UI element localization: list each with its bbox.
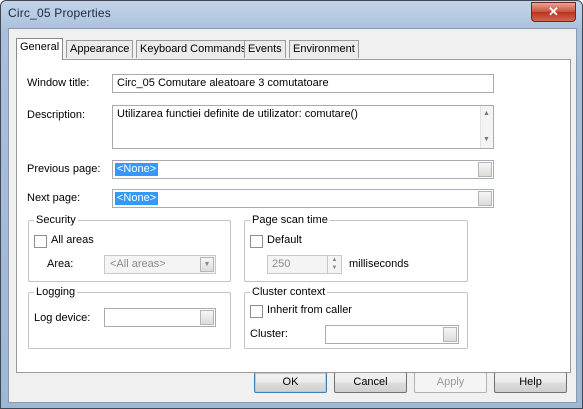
log-device-label: Log device: bbox=[34, 312, 91, 324]
next-page-combo[interactable]: <None> bbox=[112, 189, 494, 208]
scan-time-input[interactable]: 250 ▲ ▼ bbox=[267, 255, 342, 274]
page-scan-time-title: Page scan time bbox=[250, 214, 330, 226]
all-areas-label[interactable]: All areas bbox=[51, 234, 94, 246]
close-icon[interactable]: ✕ bbox=[548, 4, 559, 19]
security-group: Security All areas Area: <All areas> ▼ bbox=[28, 214, 231, 282]
dialog-client-area: General Appearance Keyboard Commands Eve… bbox=[8, 28, 577, 403]
milliseconds-label: milliseconds bbox=[349, 258, 409, 270]
tab-appearance[interactable]: Appearance bbox=[66, 40, 134, 58]
apply-button[interactable]: Apply bbox=[414, 372, 487, 393]
window-title-label: Window title: bbox=[27, 77, 90, 89]
all-areas-checkbox[interactable] bbox=[34, 235, 47, 248]
default-checkbox[interactable] bbox=[250, 235, 263, 248]
default-label[interactable]: Default bbox=[267, 234, 302, 246]
previous-page-value: <None> bbox=[115, 163, 159, 176]
help-button[interactable]: Help bbox=[494, 372, 567, 393]
dropdown-arrow-icon[interactable] bbox=[478, 191, 492, 206]
inherit-from-caller-checkbox[interactable] bbox=[250, 305, 263, 318]
security-group-title: Security bbox=[34, 214, 78, 226]
close-button[interactable]: ✕ bbox=[531, 2, 576, 22]
logging-group: Logging Log device: bbox=[28, 286, 231, 349]
description-textarea[interactable]: Utilizarea functiei definite de utilizat… bbox=[112, 105, 494, 149]
dropdown-arrow-icon[interactable] bbox=[478, 162, 492, 177]
general-tab-panel: Window title: Circ_05 Comutare aleatoare… bbox=[16, 59, 571, 373]
cluster-context-group: Cluster context Inherit from caller Clus… bbox=[244, 286, 468, 349]
next-page-value: <None> bbox=[115, 192, 159, 205]
window-title: Circ_05 Properties bbox=[8, 6, 111, 20]
scan-time-value: 250 bbox=[272, 258, 291, 270]
page-scan-time-group: Page scan time Default 250 ▲ ▼ millisecon… bbox=[244, 214, 468, 282]
area-value: <All areas> bbox=[110, 258, 166, 270]
next-page-label: Next page: bbox=[27, 192, 81, 204]
tab-environment[interactable]: Environment bbox=[289, 40, 359, 58]
tab-keyboard-commands[interactable]: Keyboard Commands bbox=[136, 40, 251, 58]
scroll-up-icon[interactable]: ▲ bbox=[483, 107, 490, 121]
cluster-label: Cluster: bbox=[250, 328, 288, 340]
tab-general[interactable]: General bbox=[16, 38, 64, 60]
area-combo[interactable]: <All areas> ▼ bbox=[104, 255, 216, 274]
window-title-input[interactable]: Circ_05 Comutare aleatoare 3 comutatoare bbox=[112, 74, 494, 93]
dropdown-arrow-icon[interactable] bbox=[200, 310, 214, 325]
title-bar[interactable]: Circ_05 Properties ✕ bbox=[1, 1, 582, 28]
description-text: Utilizarea functiei definite de utilizat… bbox=[117, 108, 358, 120]
area-label: Area: bbox=[47, 258, 74, 270]
log-device-combo[interactable] bbox=[104, 308, 216, 327]
cancel-button[interactable]: Cancel bbox=[334, 372, 407, 393]
tab-events[interactable]: Events bbox=[244, 40, 286, 58]
previous-page-combo[interactable]: <None> bbox=[112, 160, 494, 179]
inherit-from-caller-label[interactable]: Inherit from caller bbox=[267, 304, 352, 316]
cluster-context-title: Cluster context bbox=[250, 286, 328, 298]
scroll-down-icon[interactable]: ▼ bbox=[483, 133, 490, 147]
properties-window: Circ_05 Properties ✕ General Appearance … bbox=[0, 0, 583, 409]
cluster-combo[interactable] bbox=[325, 325, 459, 344]
logging-group-title: Logging bbox=[34, 286, 78, 298]
dropdown-arrow-icon[interactable] bbox=[443, 327, 457, 342]
description-label: Description: bbox=[27, 109, 86, 121]
description-scrollbar[interactable]: ▲ ▼ bbox=[480, 106, 493, 148]
previous-page-label: Previous page: bbox=[27, 163, 101, 175]
ok-button[interactable]: OK bbox=[254, 372, 327, 393]
chevron-down-icon[interactable]: ▼ bbox=[200, 257, 214, 272]
spinner-arrows-icon[interactable]: ▲ ▼ bbox=[327, 256, 341, 273]
